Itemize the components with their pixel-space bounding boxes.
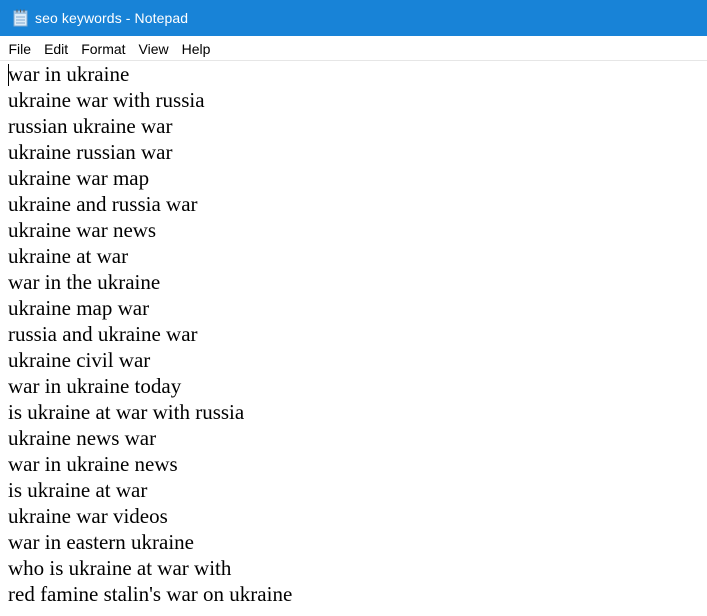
menu-format[interactable]: Format [75,39,132,60]
text-editor[interactable]: war in ukraine ukraine war with russia r… [0,60,707,616]
menu-bar: File Edit Format View Help [0,36,707,60]
text-line: ukraine and russia war [8,192,198,216]
notepad-icon [13,9,28,27]
menu-edit[interactable]: Edit [38,39,75,60]
text-line: war in eastern ukraine [8,530,194,554]
text-caret [8,64,9,86]
text-line: ukraine war with russia [8,88,205,112]
text-line: war in the ukraine [8,270,161,294]
text-line: war in ukraine today [8,374,182,398]
text-line: ukraine war news [8,218,157,242]
text-line: war in ukraine news [8,452,178,476]
window-title: seo keywords - Notepad [35,10,189,26]
menu-help[interactable]: Help [175,39,217,60]
text-line: russia and ukraine war [8,322,198,346]
text-line: ukraine russian war [8,140,173,164]
document-text[interactable]: war in ukraine ukraine war with russia r… [8,61,707,616]
menu-file[interactable]: File [2,39,38,60]
menu-view[interactable]: View [132,39,175,60]
text-line: russian ukraine war [8,114,173,138]
text-line: is ukraine at war with russia [8,400,245,424]
text-line: war in ukraine [8,62,130,86]
text-line: ukraine war videos [8,504,168,528]
text-line: ukraine civil war [8,348,151,372]
text-line: red famine stalin's war on ukraine [8,582,293,606]
text-line: ukraine at war [8,244,129,268]
text-line: is ukraine at war [8,478,148,502]
notepad-window: seo keywords - Notepad File Edit Format … [0,0,707,616]
title-bar[interactable]: seo keywords - Notepad [0,0,707,36]
text-line: who is ukraine at war with [8,556,232,580]
text-line: ukraine news war [8,426,157,450]
text-line: ukraine map war [8,296,150,320]
text-line: ukraine war map [8,166,150,190]
